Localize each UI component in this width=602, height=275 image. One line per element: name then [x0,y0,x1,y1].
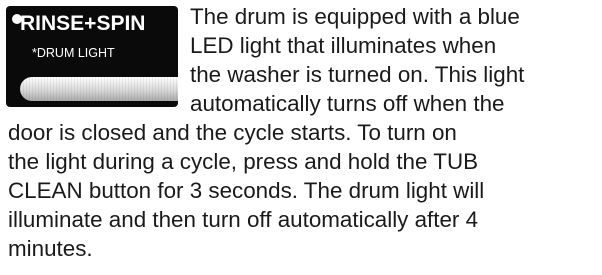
button-press-pad [20,77,178,101]
rinse-spin-button-illustration: RINSE+SPIN *DRUM LIGHT [6,6,178,107]
button-label-main: RINSE+SPIN [20,12,146,35]
paragraph-line: The drum is equipped with a blue [190,4,520,29]
paragraph-line: illuminate and then turn off automatical… [8,207,479,232]
paragraph-line: door is closed and the cycle starts. To … [8,120,457,145]
paragraph-line: the washer is turned on. This light [190,62,525,87]
button-label-sub: *DRUM LIGHT [32,46,115,60]
paragraph-line: LED light that illuminates when [190,33,497,58]
document-page: RINSE+SPIN *DRUM LIGHT The drum is equip… [0,0,602,275]
paragraph-line: automatically turns off when the [190,91,505,116]
paragraph-line: minutes. [8,236,93,261]
paragraph-line: the light during a cycle, press and hold… [8,149,479,174]
paragraph-line: CLEAN button for 3 seconds. The drum lig… [8,178,485,203]
